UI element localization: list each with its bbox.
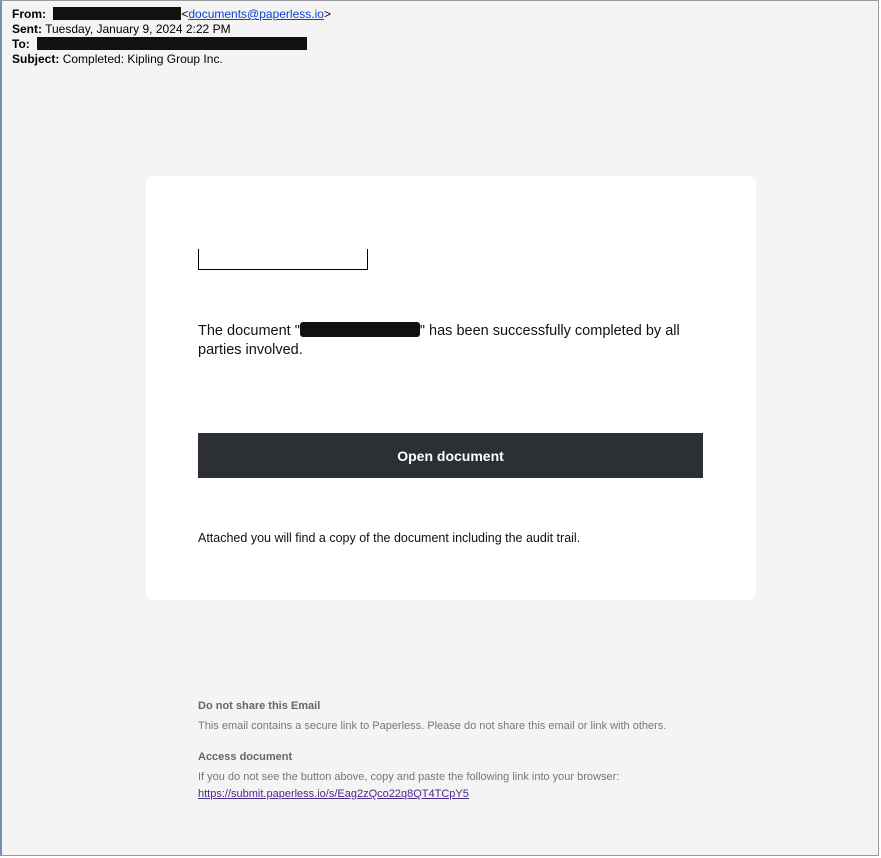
sent-row: Sent: Tuesday, January 9, 2024 2:22 PM xyxy=(12,22,878,37)
sent-value: Tuesday, January 9, 2024 2:22 PM xyxy=(45,22,231,36)
to-label: To: xyxy=(12,37,30,51)
email-header: From: <documents@paperless.io> Sent: Tue… xyxy=(2,1,878,121)
from-label: From: xyxy=(12,7,46,21)
logo-placeholder xyxy=(198,249,368,270)
subject-label: Subject: xyxy=(12,52,60,66)
access-section: Access document If you do not see the bu… xyxy=(198,749,738,803)
email-window: From: <documents@paperless.io> Sent: Tue… xyxy=(0,0,879,856)
from-gt: > xyxy=(323,7,331,21)
notification-card: The document " " has been successfully co… xyxy=(146,176,756,600)
subject-value: Completed: Kipling Group Inc. xyxy=(62,52,223,66)
access-document-link[interactable]: https://submit.paperless.io/s/Eag2zQco22… xyxy=(198,788,469,800)
share-warning-title: Do not share this Email xyxy=(198,700,321,712)
sent-label: Sent: xyxy=(12,22,42,36)
completion-message: The document " " has been successfully co… xyxy=(198,322,708,360)
open-document-button[interactable]: Open document xyxy=(198,433,703,478)
access-document-text: If you do not see the button above, copy… xyxy=(198,771,620,783)
message-before: The document " xyxy=(198,323,300,339)
attached-note: Attached you will find a copy of the doc… xyxy=(198,531,581,545)
from-row: From: <documents@paperless.io> xyxy=(12,7,878,22)
subject-row: Subject: Completed: Kipling Group Inc. xyxy=(12,52,878,67)
redacted-sender-name xyxy=(53,7,182,20)
to-row: To: xyxy=(12,37,878,52)
share-warning-text: This email contains a secure link to Pap… xyxy=(198,720,667,732)
redacted-document-name xyxy=(299,322,420,337)
from-email-link[interactable]: documents@paperless.io xyxy=(188,7,324,21)
redacted-recipient[interactable] xyxy=(37,37,308,50)
footer: Do not share this Email This email conta… xyxy=(198,698,738,803)
access-document-title: Access document xyxy=(198,751,293,763)
